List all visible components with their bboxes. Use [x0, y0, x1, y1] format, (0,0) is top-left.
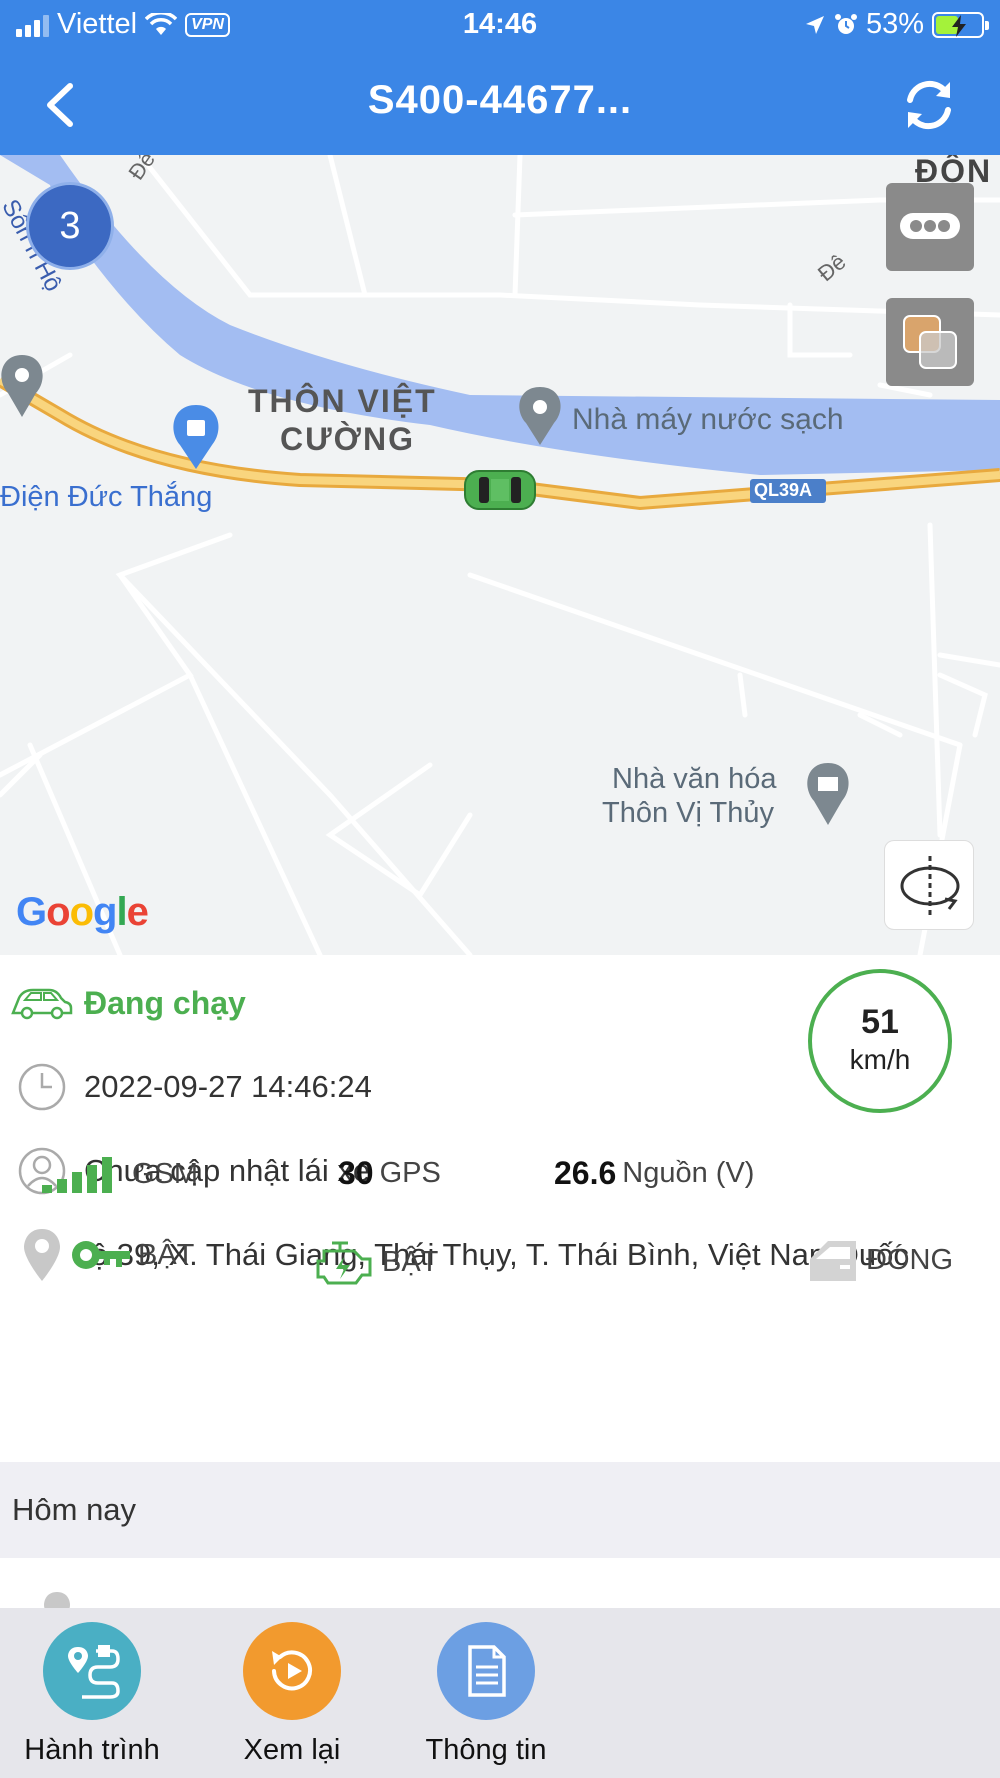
vehicle-title: S400-44677...	[367, 78, 633, 122]
bottom-tab-bar: Hành trình Xem lại Thông tin	[0, 1608, 1000, 1778]
tab-journey[interactable]: Hành trình	[2, 1622, 182, 1767]
engine-state: BẬT	[382, 1245, 439, 1278]
more-dots-icon	[900, 213, 960, 239]
map-label-culture-1: Nhà văn hóa	[612, 763, 777, 795]
refresh-icon[interactable]	[898, 74, 960, 136]
power-value: 26.6	[554, 1155, 617, 1191]
info-button[interactable]	[437, 1622, 535, 1720]
route-icon	[68, 1645, 120, 1699]
car-door-icon	[810, 1241, 856, 1281]
ignition-state: BẬT	[138, 1238, 195, 1271]
tab-info[interactable]: Thông tin	[396, 1622, 576, 1767]
top-bar: Viettel VPN 14:46 53% S400-44677...	[0, 0, 1000, 155]
tab-label-replay: Xem lại	[243, 1734, 341, 1766]
clock-icon	[18, 1063, 66, 1111]
today-stats-row	[0, 1558, 1000, 1608]
battery-icon	[932, 11, 989, 38]
power-label: Nguồn (V)	[622, 1157, 755, 1189]
map-label-factory: Nhà máy nước sạch	[572, 403, 844, 436]
tab-label-journey: Hành trình	[24, 1734, 160, 1766]
alarm-icon	[834, 13, 857, 34]
document-icon	[468, 1645, 506, 1697]
location-arrow-icon	[805, 15, 824, 34]
gsm-signal-icon	[42, 1157, 112, 1193]
replay-icon	[272, 1650, 312, 1691]
journey-button[interactable]	[43, 1622, 141, 1720]
layers-icon	[903, 315, 957, 369]
tab-replay[interactable]: Xem lại	[202, 1622, 382, 1767]
map-view[interactable]: ĐÔN Đê Đê Sôn h Hộ THÔN VIỆT CƯỜNG Nhà m…	[0, 155, 1000, 955]
map-label-village-2: CƯỜNG	[280, 421, 415, 457]
speed-value: 51	[861, 1003, 899, 1041]
map-canvas	[0, 155, 1000, 955]
status-bar: Viettel VPN 14:46 53%	[0, 0, 1000, 50]
today-section-header: Hôm nay	[0, 1462, 1000, 1558]
vehicle-status: Đang chạy	[84, 984, 246, 1021]
today-label: Hôm nay	[12, 1492, 137, 1527]
rotate-map-button[interactable]	[884, 840, 974, 930]
replay-button[interactable]	[243, 1622, 341, 1720]
signal-metrics: GSM 30 GPS 26.6 Nguồn (V)	[0, 1155, 1000, 1215]
vehicle-marker	[464, 470, 536, 510]
tab-label-info: Thông tin	[425, 1734, 547, 1766]
car-icon	[11, 988, 73, 1020]
map-layers-button[interactable]	[886, 298, 974, 386]
gps-value: 30	[338, 1155, 374, 1191]
map-label-village: THÔN VIỆT	[248, 383, 437, 419]
navigation-bar: S400-44677...	[0, 50, 1000, 155]
last-update-time: 2022-09-27 14:46:24	[84, 1069, 372, 1104]
gps-label: GPS	[379, 1157, 441, 1189]
map-label-culture-2: Thôn Vị Thủy	[602, 797, 774, 829]
distance-pin-icon	[44, 1592, 70, 1608]
door-state: ĐÓNG	[866, 1243, 953, 1276]
google-logo: Google	[16, 890, 149, 934]
engine-icon	[316, 1241, 372, 1285]
cluster-marker[interactable]: 3	[26, 182, 114, 270]
key-icon	[72, 1241, 130, 1269]
vehicle-states: BẬT BẬT ĐÓNG	[0, 1237, 1000, 1307]
rotate-icon	[900, 856, 960, 916]
map-label-highway: QL39A	[754, 480, 813, 500]
map-label-shop: Điện Đức Thắng	[0, 481, 213, 513]
map-more-button[interactable]	[886, 183, 974, 271]
battery-percent: 53%	[865, 8, 924, 40]
gsm-label: GSM	[132, 1157, 199, 1190]
